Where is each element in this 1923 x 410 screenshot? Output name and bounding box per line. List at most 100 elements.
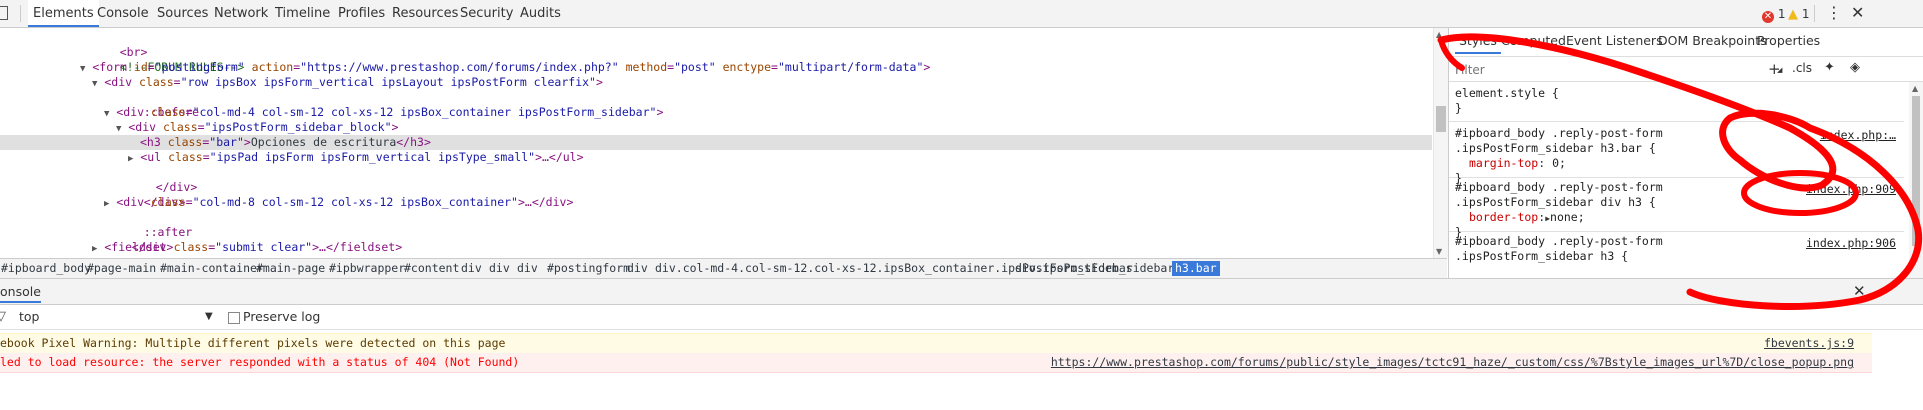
tab-elements[interactable]: Elements xyxy=(28,0,99,27)
tag-h3: <h3 xyxy=(140,135,161,149)
expanded-triangle-icon[interactable]: ▼ xyxy=(104,109,109,119)
message-source-link[interactable]: https://www.prestashop.com/forums/public… xyxy=(1051,353,1854,372)
tree-line-div-sidebar[interactable]: ▼ <div class="col-md-4 col-sm-12 col-xs-… xyxy=(104,105,663,120)
add-rule-arrow-icon[interactable]: ◢ xyxy=(1777,66,1782,74)
tag-div: <div xyxy=(128,120,157,134)
style-rule-element[interactable]: element.style { } xyxy=(1449,86,1904,122)
console-context-select[interactable]: top xyxy=(19,309,39,324)
warning-count: 1 xyxy=(1801,7,1810,21)
tree-line-form[interactable]: ▼ <form id="postingform" action="https:/… xyxy=(80,60,930,75)
breadcrumb-item[interactable]: #ipboard_body xyxy=(0,261,94,276)
breadcrumb-item[interactable]: #content xyxy=(401,261,462,276)
tree-line-div-block[interactable]: ▼ <div class="ipsPostForm_sidebar_block"… xyxy=(116,120,398,135)
collapsed-triangle-icon[interactable]: ▶ xyxy=(128,154,133,164)
dom-tree-scroll-thumb[interactable] xyxy=(1436,106,1446,132)
collapsed-triangle-icon[interactable]: ▶ xyxy=(92,244,97,254)
chevron-down-icon[interactable]: ▼ xyxy=(205,311,213,322)
tab-styles[interactable]: Styles xyxy=(1455,28,1501,54)
error-counter[interactable]: ✕ 1 xyxy=(1762,6,1785,23)
tree-line-div-close[interactable]: </div> xyxy=(116,180,186,209)
attr-value: "col-md-8 col-sm-12 col-xs-12 ipsBox_con… xyxy=(192,195,518,209)
dom-tree-scrollbar[interactable]: ▲ ▼ xyxy=(1433,28,1448,258)
tab-audits[interactable]: Audits xyxy=(515,0,566,27)
tab-console[interactable]: Console xyxy=(92,0,154,27)
breadcrumb-item[interactable]: div xyxy=(514,261,541,276)
rule-source-link[interactable]: index.php:906 xyxy=(1806,236,1896,250)
close-devtools-icon[interactable]: ✕ xyxy=(1851,3,1864,23)
collapsed-triangle-icon[interactable]: ▶ xyxy=(104,199,109,209)
message-source-link[interactable]: fbevents.js:9 xyxy=(1764,334,1854,353)
warning-counter[interactable]: ▲ 1 xyxy=(1788,6,1809,23)
tree-line-fieldset[interactable]: ▶ <fieldset class="submit clear">…</fiel… xyxy=(92,240,402,255)
cls-button[interactable]: .cls xyxy=(1792,61,1812,75)
tree-line-br[interactable]: <br> xyxy=(92,30,148,59)
toggle-element-state-icon[interactable]: ◈ xyxy=(1850,60,1860,75)
more-options-icon[interactable]: ⋮ xyxy=(1826,3,1842,23)
pin-icon[interactable]: ✦ xyxy=(1824,60,1835,75)
tab-resources[interactable]: Resources xyxy=(387,0,463,27)
attr-name: class xyxy=(167,135,203,149)
tree-line-div-row[interactable]: ▼ <div class="row ipsBox ipsForm_vertica… xyxy=(92,75,603,90)
style-rule-border[interactable]: #ipboard_body .reply-post-form .ipsPostF… xyxy=(1449,180,1904,239)
toolbar-divider xyxy=(1814,5,1815,22)
tab-computed[interactable]: Computed xyxy=(1497,28,1570,54)
tree-line-ul[interactable]: ▶ <ul class="ipsPad ipsForm ipsForm_vert… xyxy=(128,150,584,165)
expanded-triangle-icon[interactable]: ▼ xyxy=(92,79,97,89)
rule-selector: .ipsPostForm_sidebar h3.bar { xyxy=(1455,141,1656,155)
console-warning-message[interactable]: ebook Pixel Warning: Multiple different … xyxy=(0,333,1872,354)
filter-icon[interactable]: ▽ xyxy=(0,309,6,324)
tab-properties[interactable]: Properties xyxy=(1753,28,1824,54)
rule-source-link[interactable]: index.php:909 xyxy=(1806,182,1896,196)
css-property[interactable]: margin-top xyxy=(1469,156,1538,170)
styles-filter-input[interactable] xyxy=(1453,60,1757,80)
scroll-down-arrow-icon[interactable]: ▼ xyxy=(1436,247,1442,256)
console-drawer-tab[interactable]: onsole xyxy=(0,283,41,303)
preserve-log-checkbox[interactable] xyxy=(228,312,240,324)
tab-security[interactable]: Security xyxy=(455,0,518,27)
rule-source-link[interactable]: index.php:… xyxy=(1820,128,1896,142)
tree-line-div-close[interactable]: </div> xyxy=(128,165,198,194)
css-value[interactable]: 0; xyxy=(1552,156,1566,170)
attr-value: "bar" xyxy=(209,135,244,149)
tag-form: <form xyxy=(92,60,127,74)
tab-sources[interactable]: Sources xyxy=(152,0,213,27)
attr-name: class xyxy=(151,195,186,209)
expanded-triangle-icon[interactable]: ▼ xyxy=(80,64,85,74)
tree-line-before[interactable]: ::before xyxy=(116,90,199,119)
breadcrumb-item[interactable]: #main-container xyxy=(157,261,267,276)
tab-event-listeners[interactable]: Event Listeners xyxy=(1562,28,1667,54)
tab-network[interactable]: Network xyxy=(209,0,273,27)
tag-div: <div xyxy=(116,195,145,209)
css-value[interactable]: none; xyxy=(1550,210,1585,224)
close-drawer-icon[interactable]: ✕ xyxy=(1853,282,1866,300)
breadcrumb-item-active[interactable]: h3.bar xyxy=(1172,261,1220,276)
breadcrumb-item[interactable]: div xyxy=(624,261,651,276)
tree-line-after[interactable]: ::after xyxy=(116,210,192,239)
style-rule-margin[interactable]: #ipboard_body .reply-post-form .ipsPostF… xyxy=(1449,126,1904,185)
tab-profiles[interactable]: Profiles xyxy=(333,0,390,27)
dom-tree: <br> <!--FORUM RULES--> ▼ <form id="post… xyxy=(0,28,1432,258)
breadcrumb-item[interactable]: #ipbwrapper xyxy=(326,261,408,276)
breadcrumb-item[interactable]: #postingform xyxy=(544,261,633,276)
inspect-element-icon[interactable] xyxy=(0,6,8,20)
breadcrumb-item[interactable]: div xyxy=(458,261,485,276)
expanded-triangle-icon[interactable]: ▼ xyxy=(116,124,121,134)
tag-fieldset-close: >…</fieldset> xyxy=(312,240,403,254)
breadcrumb-item[interactable]: #main-page xyxy=(253,261,328,276)
tree-line-h3-selected[interactable]: <h3 class="bar">Opciones de escritura</h… xyxy=(140,135,431,150)
attr-name: method xyxy=(625,60,668,74)
tab-timeline[interactable]: Timeline xyxy=(270,0,335,27)
error-count: 1 xyxy=(1777,7,1786,21)
style-rule-h3[interactable]: #ipboard_body .reply-post-form .ipsPostF… xyxy=(1449,234,1904,278)
styles-scrollbar[interactable]: ▲ xyxy=(1909,82,1923,278)
console-error-message[interactable]: led to load resource: the server respond… xyxy=(0,353,1872,373)
css-property[interactable]: border-top xyxy=(1469,210,1538,224)
tree-line-comment[interactable]: <!--FORUM RULES--> xyxy=(92,45,245,74)
scroll-up-arrow-icon[interactable]: ▲ xyxy=(1912,84,1918,93)
tree-line-div-close[interactable]: </div> xyxy=(104,225,174,254)
tree-line-div-col8[interactable]: ▶ <div class="col-md-8 col-sm-12 col-xs-… xyxy=(104,195,573,210)
breadcrumb-item[interactable]: #page-main xyxy=(84,261,159,276)
scroll-up-arrow-icon[interactable]: ▲ xyxy=(1436,30,1442,39)
breadcrumb-item[interactable]: div xyxy=(486,261,513,276)
styles-scroll-thumb[interactable] xyxy=(1912,96,1920,246)
